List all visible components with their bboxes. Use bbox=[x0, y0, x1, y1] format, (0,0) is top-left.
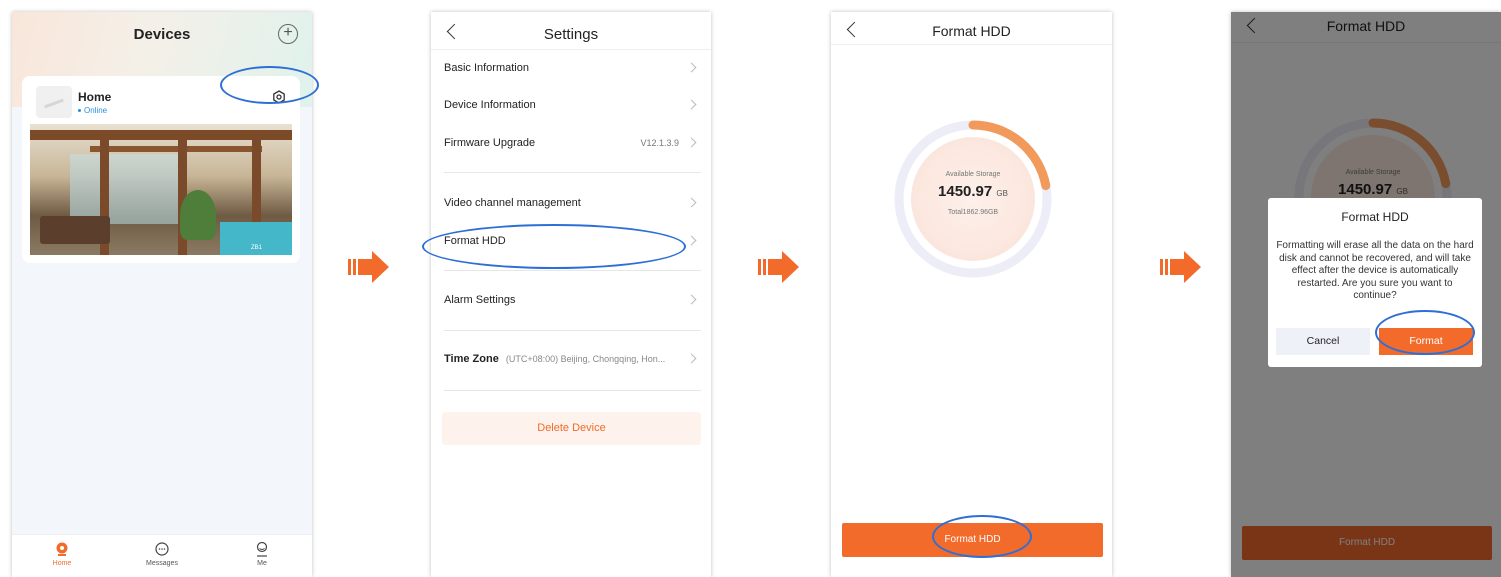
divider bbox=[444, 390, 701, 391]
devices-screen: Devices + Home Online ZB1 Home Messages … bbox=[12, 12, 312, 577]
settings-item-label: Firmware Upgrade bbox=[444, 137, 536, 149]
settings-item-label: Alarm Settings bbox=[444, 294, 516, 306]
chevron-right-icon bbox=[686, 197, 697, 208]
chevron-right-icon bbox=[686, 99, 697, 110]
device-card[interactable]: Home Online ZB1 bbox=[22, 76, 300, 263]
divider bbox=[831, 44, 1112, 45]
settings-item-firmware-upgrade[interactable]: Firmware Upgrade V12.1.3.9 bbox=[444, 125, 697, 161]
home-camera-icon bbox=[56, 542, 68, 556]
available-number: 1450.97 bbox=[938, 183, 993, 200]
chevron-right-icon bbox=[686, 235, 697, 246]
settings-item-label: Video channel management bbox=[444, 197, 581, 209]
tab-label: Home bbox=[52, 560, 72, 567]
settings-item-alarm-settings[interactable]: Alarm Settings bbox=[444, 282, 697, 318]
page-title: Format HDD bbox=[932, 23, 1011, 39]
bottom-tab-bar: Home Messages Me bbox=[12, 534, 312, 577]
chevron-right-icon bbox=[686, 353, 697, 364]
plus-circle-icon[interactable]: + bbox=[278, 24, 298, 44]
arrow-right-icon bbox=[1160, 251, 1201, 283]
divider bbox=[444, 172, 701, 173]
chat-bubble-icon bbox=[155, 542, 169, 556]
delete-device-button[interactable]: Delete Device bbox=[442, 412, 701, 445]
format-confirm-dialog: Format HDD Formatting will erase all the… bbox=[1268, 198, 1482, 367]
arrow-right-icon bbox=[348, 251, 389, 283]
preview-glass bbox=[70, 154, 180, 224]
preview-channel-label: ZB1 bbox=[250, 245, 262, 251]
format-hdd-button[interactable]: Format HDD bbox=[842, 523, 1103, 557]
settings-item-time-zone[interactable]: Time Zone (UTC+08:00) Beijing, Chongqing… bbox=[444, 341, 697, 377]
storage-label: Available Storage bbox=[945, 171, 1001, 178]
page-title: Settings bbox=[543, 26, 599, 43]
dialog-message: Formatting will erase all the data on th… bbox=[1276, 240, 1474, 301]
settings-item-format-hdd[interactable]: Format HDD bbox=[444, 223, 697, 259]
settings-item-label: Time Zone bbox=[444, 353, 499, 365]
chevron-right-icon bbox=[686, 294, 697, 305]
format-hdd-screen: Format HDD Available Storage 1450.97 GB … bbox=[831, 12, 1112, 577]
user-icon bbox=[256, 541, 268, 557]
camera-thumbnail-icon bbox=[36, 86, 72, 118]
page-title: Devices bbox=[133, 26, 191, 43]
time-zone-value: (UTC+08:00) Beijing, Chongqing, Hon... bbox=[505, 354, 666, 364]
divider bbox=[444, 270, 701, 271]
settings-item-label: Basic Information bbox=[444, 62, 529, 74]
available-unit: GB bbox=[996, 189, 1008, 198]
settings-item-basic-information[interactable]: Basic Information bbox=[444, 50, 697, 86]
camera-preview-image[interactable]: ZB1 bbox=[30, 124, 292, 255]
chevron-right-icon bbox=[686, 137, 697, 148]
preview-sofa bbox=[40, 216, 110, 244]
device-status: Online bbox=[78, 106, 107, 115]
preview-plant bbox=[180, 190, 216, 240]
tab-label: Messages bbox=[146, 560, 178, 567]
format-confirm-screen: Format HDD Available Storage 1450.97 GB … bbox=[1231, 12, 1501, 577]
preview-beam-2 bbox=[90, 146, 262, 152]
divider bbox=[444, 330, 701, 331]
tab-home[interactable]: Home bbox=[12, 535, 112, 577]
storage-readout: Available Storage 1450.97 GB Total1862.9… bbox=[893, 119, 1053, 279]
firmware-version: V12.1.3.9 bbox=[640, 138, 679, 148]
tab-me[interactable]: Me bbox=[212, 535, 312, 577]
tab-label: Me bbox=[257, 560, 267, 567]
settings-item-label: Device Information bbox=[444, 99, 536, 111]
chevron-right-icon bbox=[686, 62, 697, 73]
status-text: Online bbox=[84, 106, 108, 115]
settings-item-video-channel-management[interactable]: Video channel management bbox=[444, 185, 697, 221]
tab-messages[interactable]: Messages bbox=[112, 535, 212, 577]
cancel-button[interactable]: Cancel bbox=[1276, 328, 1370, 355]
settings-screen: Settings Basic Information Device Inform… bbox=[431, 12, 711, 577]
total-storage: Total1862.96GB bbox=[947, 209, 999, 216]
format-button[interactable]: Format bbox=[1379, 328, 1473, 355]
settings-item-device-information[interactable]: Device Information bbox=[444, 87, 697, 123]
status-dot-icon bbox=[78, 109, 81, 113]
settings-item-label: Format HDD bbox=[444, 235, 506, 247]
arrow-right-icon bbox=[758, 251, 799, 283]
available-storage-value: 1450.97 GB bbox=[893, 183, 1053, 200]
device-name: Home bbox=[78, 90, 112, 104]
gear-icon[interactable] bbox=[272, 90, 286, 104]
dialog-title: Format HDD bbox=[1341, 210, 1409, 224]
